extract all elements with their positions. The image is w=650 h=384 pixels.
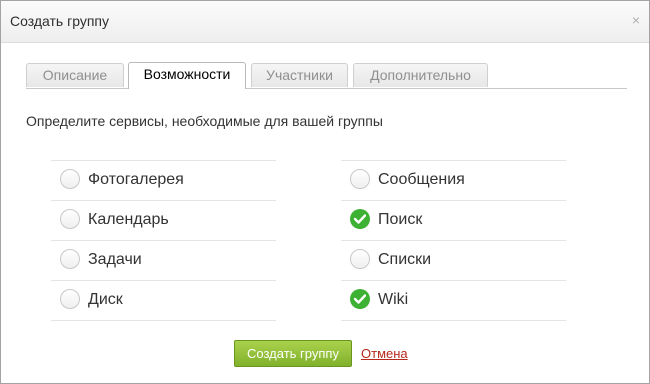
dialog-titlebar: Создать группу × [1, 1, 649, 43]
service-label: Фотогалерея [88, 171, 184, 188]
cancel-link[interactable]: Отмена [361, 346, 408, 361]
service-wiki[interactable]: Wiki [341, 281, 566, 321]
checkmark-icon[interactable] [350, 209, 370, 229]
radio-unchecked-icon[interactable] [350, 169, 370, 189]
service-label: Диск [88, 291, 123, 308]
service-calendar[interactable]: Календарь [51, 201, 276, 241]
dialog-title: Создать группу [10, 13, 109, 29]
service-label: Списки [378, 251, 432, 268]
service-label: Календарь [88, 211, 169, 228]
service-lists[interactable]: Списки [341, 241, 566, 281]
close-icon[interactable]: × [632, 12, 640, 28]
radio-unchecked-icon[interactable] [60, 209, 80, 229]
tab-features[interactable]: Возможности [128, 62, 246, 89]
service-photogallery[interactable]: Фотогалерея [51, 161, 276, 201]
radio-unchecked-icon[interactable] [60, 289, 80, 309]
service-label: Поиск [378, 211, 423, 228]
service-tasks[interactable]: Задачи [51, 241, 276, 281]
tab-additional[interactable]: Дополнительно [353, 63, 488, 87]
create-group-dialog: Создать группу × Описание Возможности Уч… [0, 0, 650, 384]
service-messages[interactable]: Сообщения [341, 161, 566, 201]
checkmark-icon[interactable] [350, 289, 370, 309]
radio-unchecked-icon[interactable] [60, 169, 80, 189]
tab-description[interactable]: Описание [26, 63, 124, 87]
radio-unchecked-icon[interactable] [350, 249, 370, 269]
service-label: Задачи [88, 251, 142, 268]
services-column-left: Фотогалерея Календарь Задачи Диск [51, 160, 276, 321]
services-intro-text: Определите сервисы, необходимые для ваше… [26, 113, 383, 129]
service-label: Wiki [378, 291, 409, 308]
radio-unchecked-icon[interactable] [60, 249, 80, 269]
service-search[interactable]: Поиск [341, 201, 566, 241]
tab-members[interactable]: Участники [251, 63, 348, 87]
service-label: Сообщения [378, 171, 465, 188]
create-group-button[interactable]: Создать группу [234, 340, 352, 367]
services-column-right: Сообщения Поиск Списки Wiki [341, 160, 566, 321]
service-disk[interactable]: Диск [51, 281, 276, 321]
tab-bar: Описание Возможности Участники Дополните… [26, 62, 627, 89]
